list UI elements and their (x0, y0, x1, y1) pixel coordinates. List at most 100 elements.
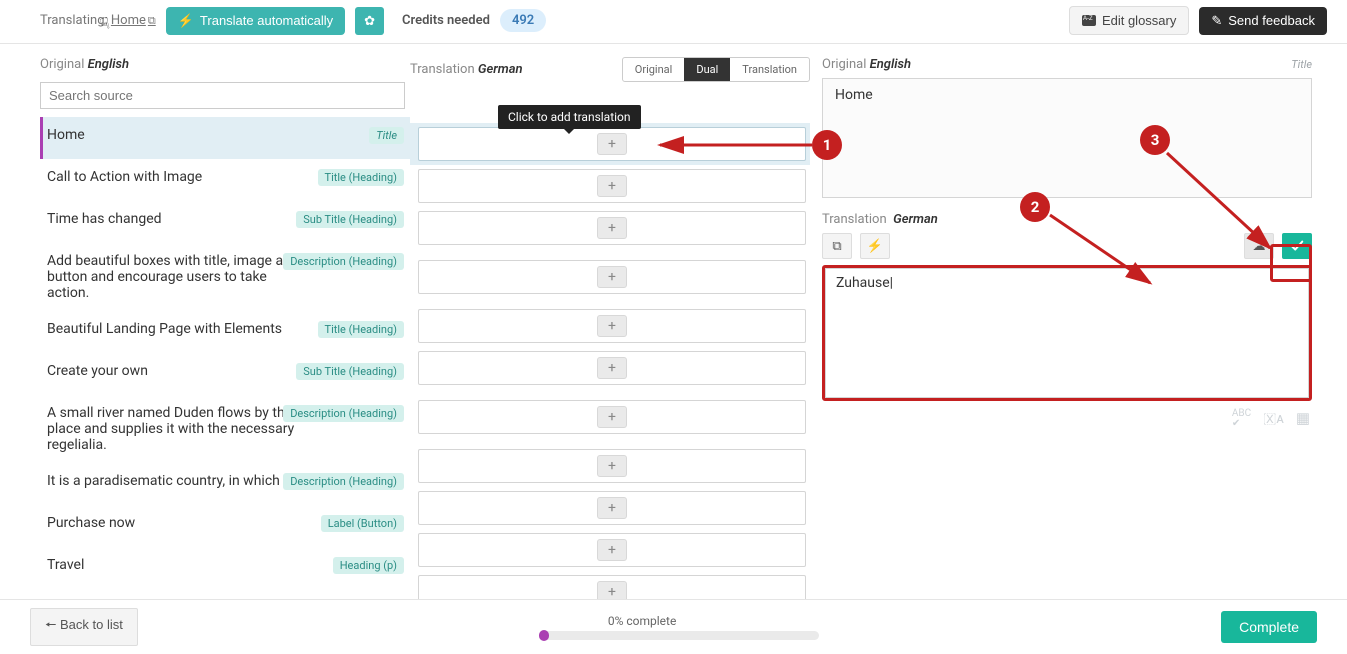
plus-icon: + (608, 500, 616, 516)
source-row[interactable]: Travel Heading (p) (40, 547, 410, 589)
source-rows: Home Title Call to Action with Image Title … (40, 117, 410, 599)
add-translation-button[interactable]: + (597, 315, 627, 337)
field-type-badge: Description (Heading) (283, 253, 404, 270)
add-translation-button[interactable]: + (597, 581, 627, 599)
translation-row: + (410, 347, 810, 389)
source-row[interactable]: Home Title (40, 117, 410, 159)
lightning-icon: ⚡ (178, 13, 194, 29)
source-row[interactable]: Add beautiful boxes with title, image an… (40, 243, 410, 311)
source-row[interactable]: Create your ownSub Title (Heading) (40, 353, 410, 395)
plus-icon: + (608, 178, 616, 194)
field-type-badge: Title (369, 127, 404, 144)
progress-wrap: 0% complete (138, 614, 1221, 640)
credits-badge: 492 (500, 9, 546, 32)
source-row[interactable]: Beautiful Landing Page with ElementsTitl… (40, 311, 410, 353)
translate-automatically-button[interactable]: ⚡ Translate automatically (166, 7, 345, 35)
translation-cell[interactable]: + (418, 449, 806, 483)
source-column-header: Original English (40, 45, 410, 82)
translation-row: + (410, 487, 810, 529)
translation-cell[interactable]: + (418, 169, 806, 203)
detail-column: Original English Title Home Translation … (810, 45, 1347, 599)
search-input[interactable] (40, 82, 405, 109)
source-column: Original English Home Title Call to Action… (0, 45, 410, 599)
translation-cell[interactable]: + (418, 127, 806, 161)
translation-cell[interactable]: + (418, 400, 806, 434)
translate-icon[interactable]: 🇽ᴀ (1263, 409, 1284, 429)
field-type-badge: Description (Heading) (283, 473, 404, 490)
translation-cell[interactable]: + (418, 491, 806, 525)
edit-glossary-button[interactable]: Edit glossary (1069, 6, 1189, 35)
add-translation-button[interactable]: + (597, 455, 627, 477)
translation-row: + (410, 445, 810, 487)
tab-dual[interactable]: Dual (684, 58, 730, 81)
source-row[interactable]: A small river named Duden flows by their… (40, 395, 410, 463)
field-type-badge: Description (Heading) (283, 405, 404, 422)
translation-tools: ABC✔ 🇽ᴀ ▦ (822, 401, 1312, 437)
translation-row: + (410, 207, 810, 249)
source-text: Travel (47, 557, 307, 573)
memory-icon[interactable]: ▦ (1296, 409, 1310, 429)
source-text: Create your own (47, 363, 307, 379)
confirm-button-highlight (1270, 244, 1312, 282)
topbar: Translating: Home⧉ ☟ ⚡ Translate automat… (0, 0, 1347, 44)
progress-indicator (539, 630, 549, 641)
source-row[interactable]: Let the {} BeginTitle (Heading) (40, 589, 410, 599)
lightning-icon: ⚡ (867, 239, 883, 254)
spellcheck-icon[interactable]: ABC✔ (1232, 409, 1251, 429)
add-translation-button[interactable]: + (597, 497, 627, 519)
add-translation-button[interactable]: + (597, 266, 627, 288)
add-translation-button[interactable]: + (597, 357, 627, 379)
translation-input[interactable]: Zuhause (825, 268, 1309, 398)
source-row[interactable]: Purchase now Label (Button) (40, 505, 410, 547)
send-feedback-button[interactable]: ✎ Send feedback (1199, 7, 1327, 35)
translation-row: + (410, 165, 810, 207)
translation-cell[interactable]: + (418, 575, 806, 599)
translation-rows: + + + + + + + + + + + (410, 123, 810, 599)
tab-original[interactable]: Original (623, 58, 685, 81)
detail-original-header: Original English Title (822, 45, 1312, 72)
source-row[interactable]: It is a paradisematic country, in whichD… (40, 463, 410, 505)
back-to-list-button[interactable]: 🠔 Back to list (30, 608, 138, 646)
source-text: Purchase now (47, 515, 307, 531)
field-type-badge: Heading (p) (333, 557, 404, 574)
copy-original-button[interactable]: ⧉ (822, 233, 852, 259)
plus-icon: + (608, 409, 616, 425)
plus-icon: + (608, 318, 616, 334)
credits-needed-label: Credits needed (402, 13, 490, 28)
field-type-badge: Title (Heading) (318, 169, 404, 186)
source-row[interactable]: Call to Action with Image Title (Heading) (40, 159, 410, 201)
add-translation-button[interactable]: + (597, 539, 627, 561)
add-translation-button[interactable]: + (597, 175, 627, 197)
translation-row: + (410, 529, 810, 571)
add-translation-button[interactable]: + (597, 133, 627, 155)
plus-icon: + (608, 360, 616, 376)
add-translation-button[interactable]: + (597, 217, 627, 239)
source-text: Home (47, 127, 307, 143)
pencil-icon: ✎ (1211, 13, 1222, 29)
translating-link[interactable]: Home⧉ (111, 13, 156, 28)
translation-cell[interactable]: + (418, 260, 806, 294)
translate-settings-button[interactable]: ✿ (355, 7, 384, 35)
translation-row: + (410, 123, 810, 165)
copy-icon: ⧉ (832, 239, 841, 254)
translation-cell[interactable]: + (418, 211, 806, 245)
auto-translate-single-button[interactable]: ⚡ (860, 233, 890, 259)
source-text: Call to Action with Image (47, 169, 307, 185)
detail-translation-header: Translation German (822, 212, 1312, 227)
translation-cell[interactable]: + (418, 309, 806, 343)
source-row[interactable]: Time has changedSub Title (Heading) (40, 201, 410, 243)
cloud-icon: ☁ (1253, 239, 1266, 254)
field-type-badge: Label (Button) (321, 515, 404, 532)
translation-cell[interactable]: + (418, 533, 806, 567)
gear-icon: ✿ (364, 13, 375, 29)
complete-button[interactable]: Complete (1221, 611, 1317, 643)
translation-column-header: Translation German Original Dual Transla… (410, 45, 810, 92)
plus-icon: + (608, 542, 616, 558)
annotation-marker-1: 1 (812, 130, 842, 160)
translation-row: + (410, 571, 810, 599)
tab-translation[interactable]: Translation (730, 58, 809, 81)
plus-icon: + (608, 136, 616, 152)
translation-cell[interactable]: + (418, 351, 806, 385)
add-translation-tooltip: Click to add translation (498, 105, 641, 129)
add-translation-button[interactable]: + (597, 406, 627, 428)
